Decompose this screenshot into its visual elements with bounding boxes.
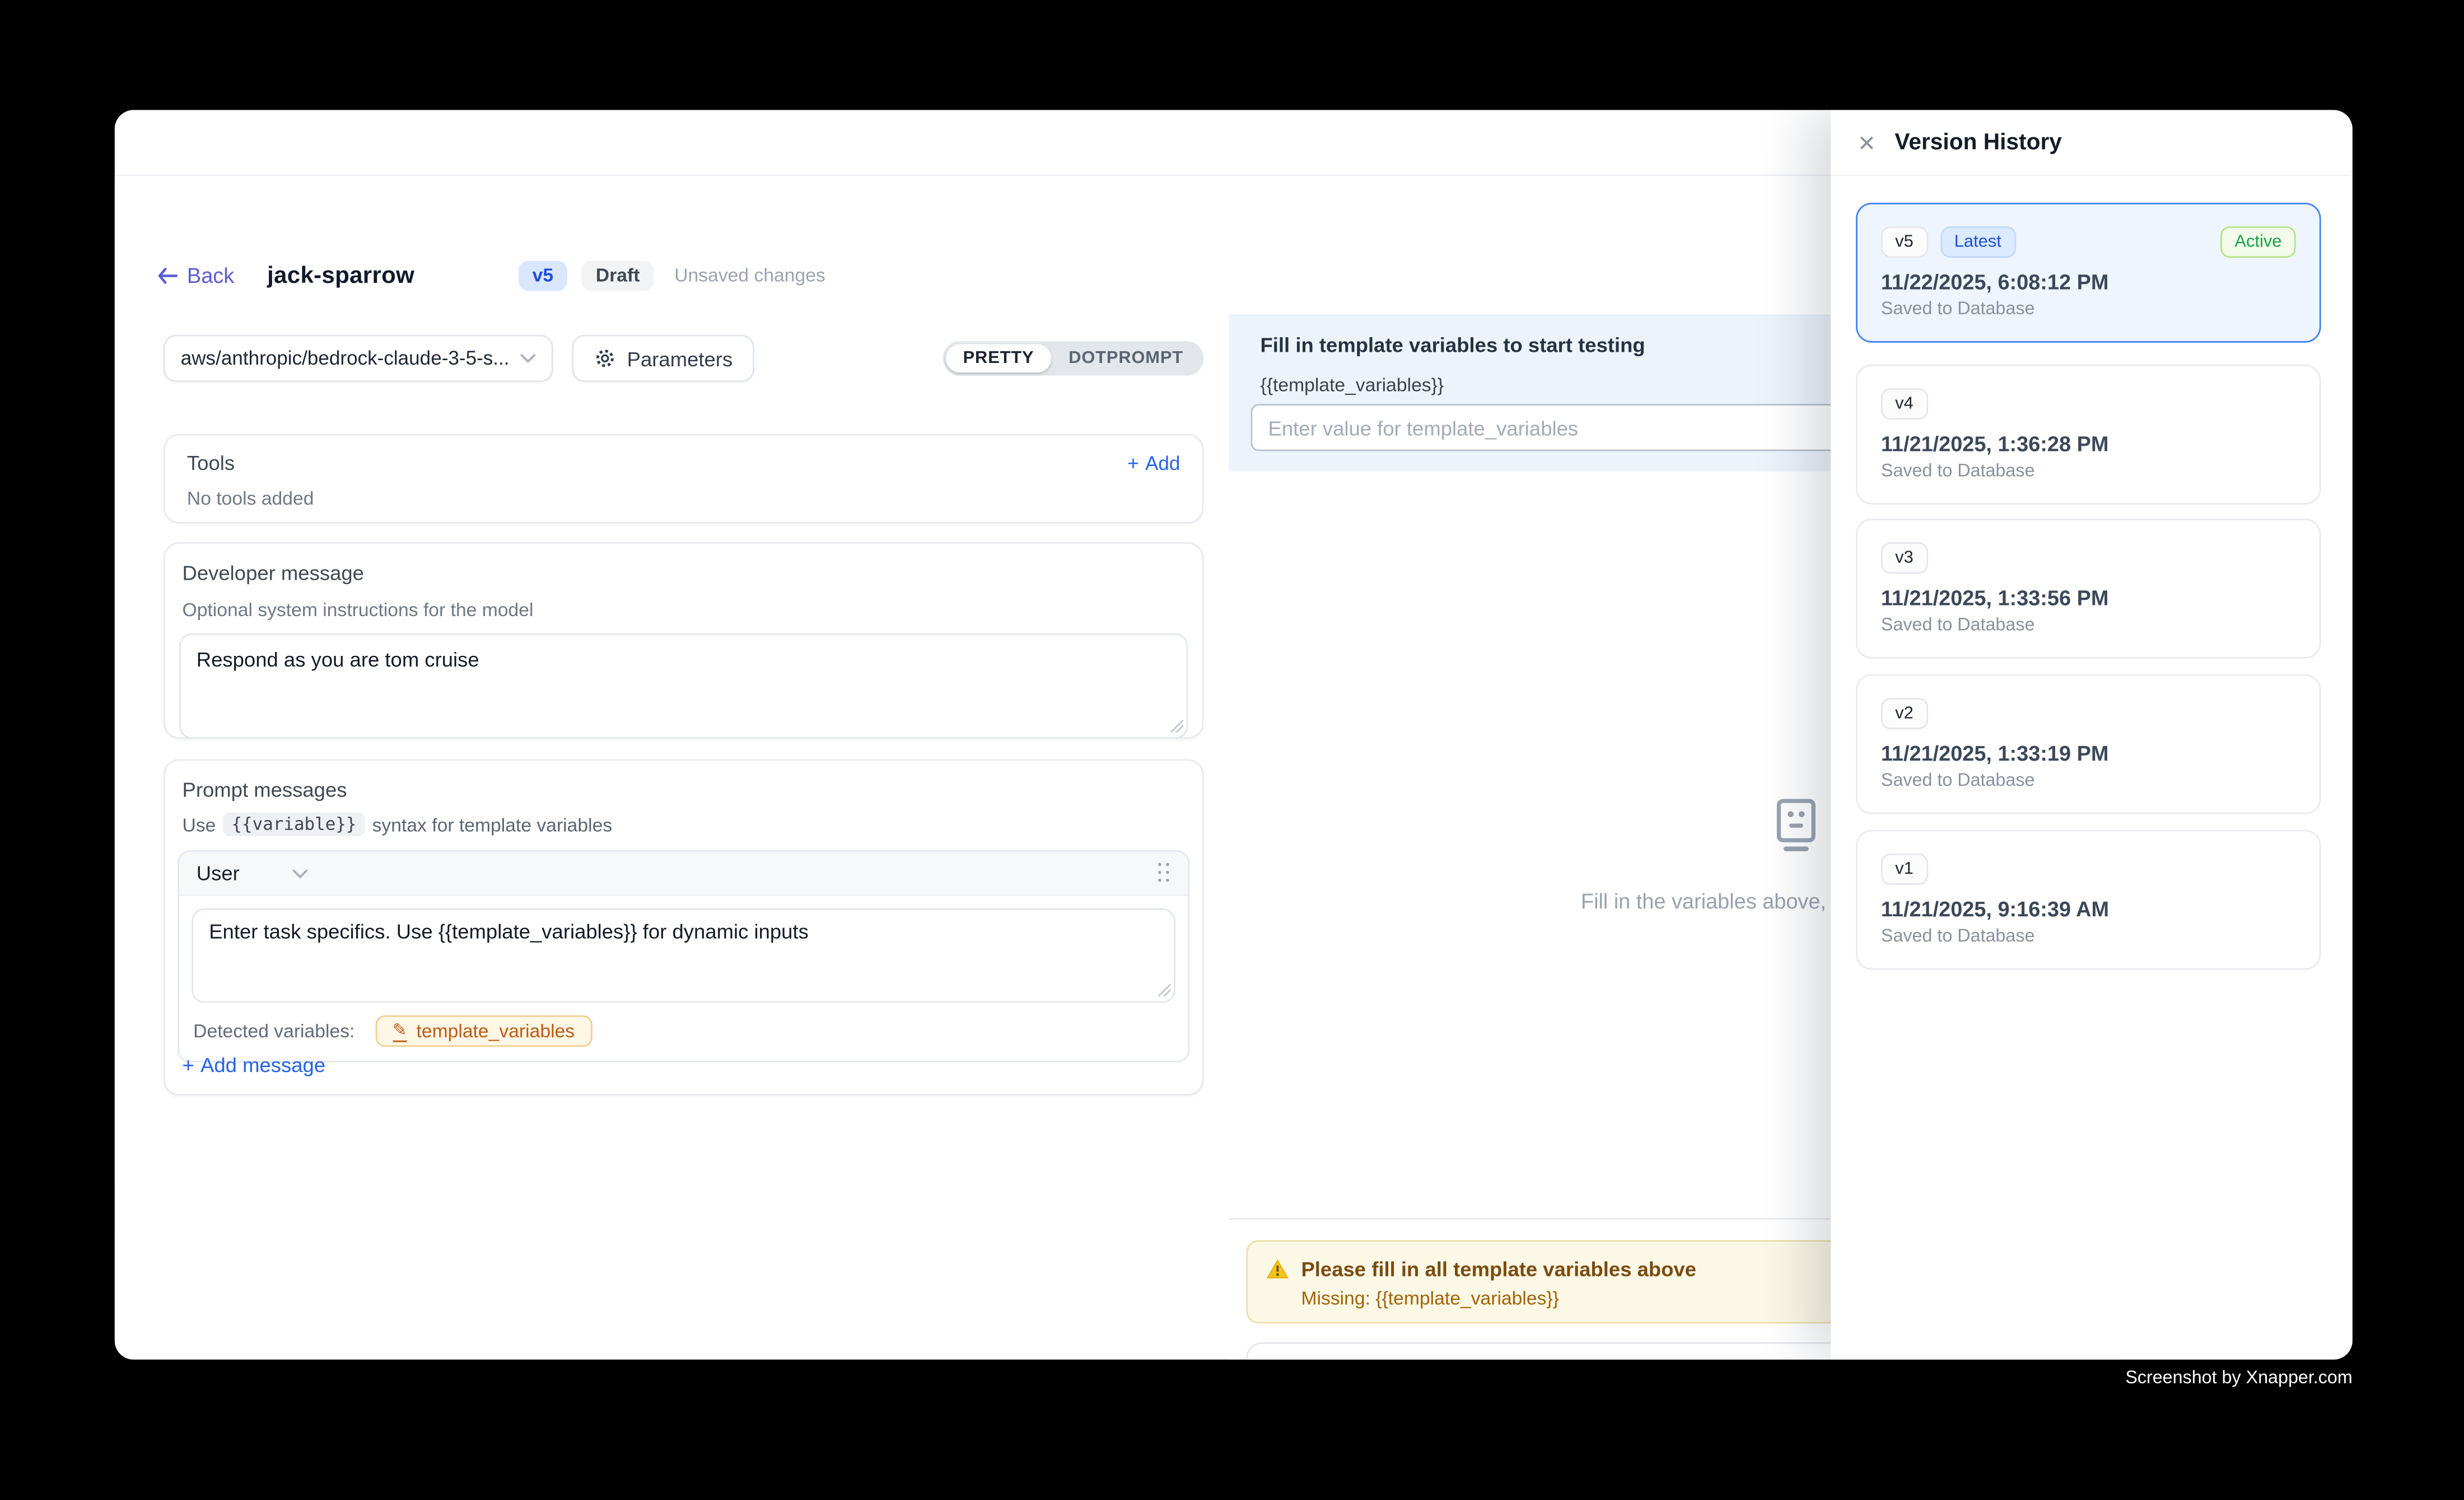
version-card-v5[interactable]: v5 Latest Active 11/22/2025, 6:08:12 PM … xyxy=(1856,203,2321,343)
add-tool-button[interactable]: + Add xyxy=(1127,452,1180,474)
plus-icon: + xyxy=(1127,452,1139,474)
tools-title: Tools xyxy=(187,451,235,474)
version-card-v4[interactable]: v4 11/21/2025, 1:36:28 PM Saved to Datab… xyxy=(1856,365,2321,505)
back-button[interactable]: Back xyxy=(157,263,235,287)
page-title: jack-sparrow xyxy=(267,262,414,288)
watermark-credit: Screenshot by Xnapper.com xyxy=(2125,1369,2352,1388)
chevron-down-icon xyxy=(520,353,536,363)
detected-variables-row: Detected variables: ✎ template_variables xyxy=(179,1003,1188,1061)
template-variable-label: {{template_variables}} xyxy=(1261,374,1444,396)
version-number-badge: v4 xyxy=(1881,388,1928,420)
version-history-title: Version History xyxy=(1894,130,2062,155)
version-card-v1[interactable]: v1 11/21/2025, 9:16:39 AM Saved to Datab… xyxy=(1856,830,2321,970)
tab-dotprompt[interactable]: DOTPROMPT xyxy=(1051,344,1201,373)
warning-icon xyxy=(1267,1259,1289,1279)
prompt-messages-title: Prompt messages xyxy=(183,778,1190,802)
version-status: Saved to Database xyxy=(1881,616,2296,635)
template-syntax-hint: Use {{variable}} syntax for template var… xyxy=(183,813,1190,836)
role-select[interactable]: User xyxy=(197,861,309,885)
detected-variable-badge[interactable]: ✎ template_variables xyxy=(375,1015,592,1047)
variable-code-chip: {{variable}} xyxy=(223,813,364,836)
version-history-panel: ✕ Version History v5 Latest Active 11/22… xyxy=(1831,110,2353,1359)
robot-face-icon xyxy=(1776,799,1817,852)
title-row: Back jack-sparrow v5 Draft Unsaved chang… xyxy=(157,258,825,292)
version-status: Saved to Database xyxy=(1881,928,2296,947)
developer-message-title: Developer message xyxy=(183,561,1188,585)
developer-message-subtitle: Optional system instructions for the mod… xyxy=(183,599,1188,621)
version-date: 11/21/2025, 9:16:39 AM xyxy=(1881,897,2296,921)
close-icon[interactable]: ✕ xyxy=(1858,131,1876,153)
drag-handle-icon[interactable] xyxy=(1158,863,1170,883)
parameters-label: Parameters xyxy=(627,347,733,370)
prompt-editor-pane: Back jack-sparrow v5 Draft Unsaved chang… xyxy=(115,176,1240,1359)
version-status: Saved to Database xyxy=(1881,462,2296,481)
version-number-badge: v2 xyxy=(1881,698,1928,729)
model-select[interactable]: aws/anthropic/bedrock-claude-3-5-s... xyxy=(164,335,553,382)
hint-suffix: syntax for template variables xyxy=(372,813,613,835)
latest-badge: Latest xyxy=(1940,226,2016,258)
view-mode-toggle: PRETTY DOTPROMPT xyxy=(942,341,1203,376)
template-variables-title: Fill in template variables to start test… xyxy=(1261,333,1645,357)
message-block: User Enter task specifics. Use {{templat… xyxy=(178,850,1189,1063)
chevron-down-icon xyxy=(293,868,309,878)
message-textarea[interactable]: Enter task specifics. Use {{template_var… xyxy=(192,909,1175,1003)
add-tool-label: Add xyxy=(1145,452,1180,474)
developer-message-textarea[interactable]: Respond as you are tom cruise xyxy=(179,633,1188,739)
pencil-icon: ✎ xyxy=(393,1021,407,1041)
version-card-v3[interactable]: v3 11/21/2025, 1:33:56 PM Saved to Datab… xyxy=(1856,519,2321,659)
detected-variable-name: template_variables xyxy=(416,1020,575,1042)
screenshot-stage: Back jack-sparrow v5 Draft Unsaved chang… xyxy=(0,0,2464,1500)
version-status: Saved to Database xyxy=(1881,300,2296,319)
model-select-value: aws/anthropic/bedrock-claude-3-5-s... xyxy=(181,347,520,369)
active-badge: Active xyxy=(2220,226,2296,258)
tools-card: Tools + Add No tools added xyxy=(164,434,1204,523)
version-number-badge: v1 xyxy=(1881,854,1928,885)
draft-badge: Draft xyxy=(582,260,654,290)
version-number-badge: v5 xyxy=(1881,226,1928,258)
add-message-button[interactable]: + Add message xyxy=(183,1053,326,1077)
unsaved-changes-label: Unsaved changes xyxy=(674,264,825,286)
app-window: Back jack-sparrow v5 Draft Unsaved chang… xyxy=(115,110,2353,1359)
hint-prefix: Use xyxy=(183,813,216,835)
tools-empty-text: No tools added xyxy=(187,487,1180,509)
version-date: 11/21/2025, 1:33:56 PM xyxy=(1881,586,2296,610)
version-number-badge: v3 xyxy=(1881,542,1928,574)
version-date: 11/21/2025, 1:33:19 PM xyxy=(1881,742,2296,765)
plus-icon: + xyxy=(183,1053,194,1077)
version-history-header: ✕ Version History xyxy=(1831,110,2353,176)
version-status: Saved to Database xyxy=(1881,772,2296,791)
role-select-value: User xyxy=(197,861,240,885)
parameters-button[interactable]: Parameters xyxy=(572,335,754,382)
developer-message-card: Developer message Optional system instru… xyxy=(164,542,1204,739)
back-label: Back xyxy=(187,263,234,287)
version-date: 11/21/2025, 1:36:28 PM xyxy=(1881,432,2296,456)
back-arrow-icon xyxy=(157,267,178,284)
detected-variables-label: Detected variables: xyxy=(193,1020,354,1042)
version-badge: v5 xyxy=(518,260,567,290)
version-card-v2[interactable]: v2 11/21/2025, 1:33:19 PM Saved to Datab… xyxy=(1856,674,2321,814)
warning-title: Please fill in all template variables ab… xyxy=(1301,1257,1696,1281)
version-date: 11/22/2025, 6:08:12 PM xyxy=(1881,271,2296,294)
add-message-label: Add message xyxy=(200,1053,325,1077)
message-header: User xyxy=(179,852,1188,896)
gear-icon xyxy=(594,347,616,369)
tab-pretty[interactable]: PRETTY xyxy=(946,344,1052,373)
model-toolbar: aws/anthropic/bedrock-claude-3-5-s... Pa… xyxy=(164,335,1204,382)
prompt-messages-card: Prompt messages Use {{variable}} syntax … xyxy=(164,759,1204,1096)
